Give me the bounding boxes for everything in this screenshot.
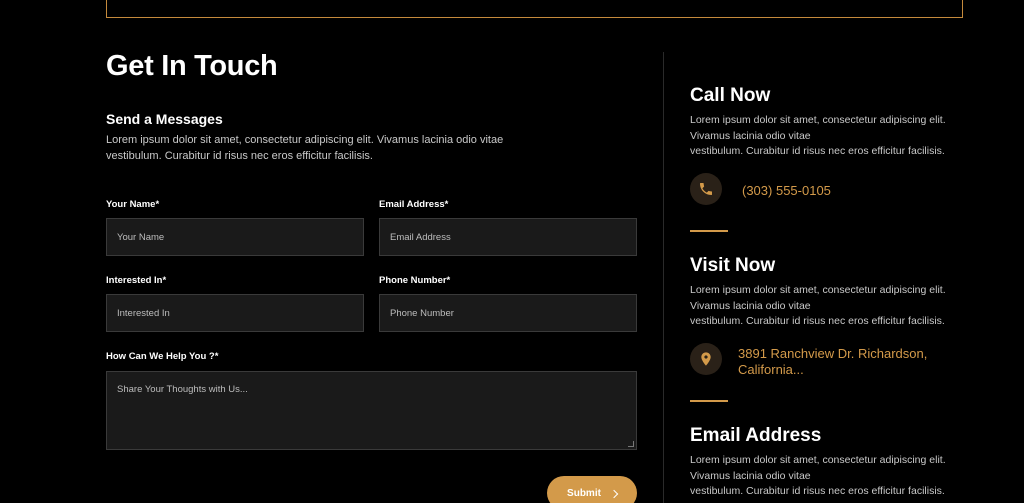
chevron-right-icon	[609, 489, 619, 498]
email-input[interactable]: Email Address	[379, 218, 637, 256]
email-title: Email Address	[690, 425, 822, 446]
address-link[interactable]: 3891 Ranchview Dr. Richardson, Californi…	[738, 346, 927, 378]
accent-divider	[690, 400, 728, 402]
message-label: How Can We Help You ?*	[106, 351, 219, 362]
name-input[interactable]: Your Name	[106, 218, 364, 256]
name-label: Your Name*	[106, 199, 160, 210]
phone-label: Phone Number*	[379, 275, 451, 286]
location-icon-badge	[690, 343, 722, 375]
form-subtitle: Send a Messages	[106, 111, 223, 127]
accent-divider	[690, 230, 728, 232]
visit-title: Visit Now	[690, 255, 776, 276]
message-placeholder: Share Your Thoughts with Us...	[117, 384, 248, 395]
resize-handle[interactable]	[628, 441, 634, 447]
location-pin-icon	[701, 352, 711, 366]
email-label: Email Address*	[379, 199, 449, 210]
interest-input[interactable]: Interested In	[106, 294, 364, 332]
phone-input[interactable]: Phone Number	[379, 294, 637, 332]
page-title: Get In Touch	[106, 50, 278, 82]
submit-button[interactable]: Submit	[547, 476, 637, 503]
submit-label: Submit	[567, 487, 601, 499]
top-banner-frame	[106, 0, 963, 18]
interest-placeholder: Interested In	[117, 307, 170, 319]
phone-placeholder: Phone Number	[390, 307, 454, 319]
phone-icon	[700, 183, 712, 195]
phone-number-link[interactable]: (303) 555-0105	[742, 183, 831, 199]
interest-label: Interested In*	[106, 275, 167, 286]
name-placeholder: Your Name	[117, 231, 165, 243]
email-text: Lorem ipsum dolor sit amet, consectetur …	[690, 454, 946, 497]
form-intro-text: Lorem ipsum dolor sit amet, consectetur …	[106, 134, 504, 162]
email-placeholder: Email Address	[390, 231, 451, 243]
call-text: Lorem ipsum dolor sit amet, consectetur …	[690, 114, 946, 157]
phone-icon-badge	[690, 173, 722, 205]
visit-text: Lorem ipsum dolor sit amet, consectetur …	[690, 284, 946, 327]
call-title: Call Now	[690, 85, 771, 106]
column-divider	[663, 52, 664, 503]
message-textarea[interactable]: Share Your Thoughts with Us...	[106, 371, 637, 450]
